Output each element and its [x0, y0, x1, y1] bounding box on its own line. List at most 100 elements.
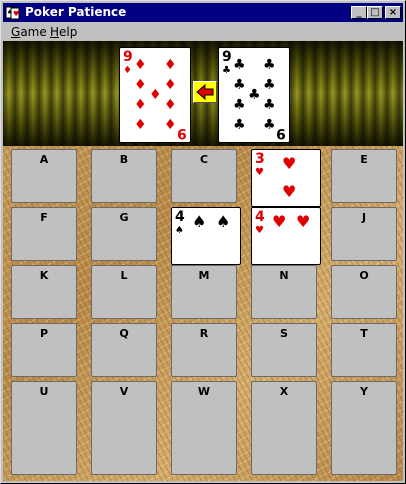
- grid-cell-label: V: [119, 385, 129, 398]
- grid-cell-label: M: [198, 269, 210, 282]
- grid-cell-t[interactable]: T: [331, 323, 397, 377]
- menu-game-accesskey: G: [11, 25, 21, 39]
- grid-cell-n[interactable]: N: [251, 265, 317, 319]
- grid-cell-label: X: [279, 385, 289, 398]
- grid-cell-label: G: [119, 211, 129, 224]
- card-pip: ♣: [263, 117, 276, 133]
- game-window: ♥ ♠ Poker Patience _ □ × Game Help 9 ♦ 9…: [0, 0, 406, 484]
- placed-card-rank: 4: [175, 209, 185, 225]
- grid-cell-label: B: [119, 153, 129, 166]
- svg-text:♠: ♠: [7, 9, 12, 16]
- placed-card-corner-suit: ♥: [255, 167, 264, 178]
- placed-card-pip: ♥: [272, 212, 287, 231]
- grid-cell-g[interactable]: G: [91, 207, 157, 261]
- grid-cell-y[interactable]: Y: [331, 381, 397, 475]
- grid-cell-s[interactable]: S: [251, 323, 317, 377]
- next-card[interactable]: 9 ♣ 9 ♣ ♣ ♣ ♣ ♣ ♣ ♣ ♣ ♣: [218, 47, 290, 143]
- card-pip: ♦: [164, 57, 177, 73]
- card-pip: ♣: [233, 117, 246, 133]
- placed-card-corner-suit: ♥: [255, 225, 264, 236]
- placed-card-rank: 3: [255, 151, 265, 167]
- card-pip: ♦: [164, 117, 177, 133]
- grid-cell-w[interactable]: W: [171, 381, 237, 475]
- grid-cell-label: Q: [119, 327, 129, 340]
- card-pip: ♦: [164, 97, 177, 113]
- card-pip: ♦: [134, 97, 147, 113]
- placed-card-pip: ♥: [282, 154, 297, 173]
- maximize-button[interactable]: □: [367, 6, 383, 19]
- grid-cell-x[interactable]: X: [251, 381, 317, 475]
- deal-arrow-button[interactable]: [193, 81, 217, 103]
- felt-table: 9 ♦ 9 ♦ ♦ ♦ ♦ ♦ ♦ ♦ ♦ ♦ 9 ♣ 9 ♣ ♣ ♣ ♣ ♣ ♣ ♣ ♣ ♣ A B C 3 ♥ ♥ ♥ E…: [3, 41, 403, 481]
- grid-cell-c[interactable]: C: [171, 149, 237, 203]
- card-pip: ♣: [263, 57, 276, 73]
- close-icon: ×: [388, 7, 398, 18]
- grid-cell-label: K: [39, 269, 49, 282]
- placed-card-h[interactable]: 4 ♠ ♠ ♠: [171, 207, 241, 265]
- svg-text:♥: ♥: [13, 10, 19, 18]
- placed-card-rank: 4: [255, 209, 265, 225]
- next-card-rank: 9: [222, 49, 232, 65]
- grid-cell-label: T: [360, 327, 368, 340]
- menu-help-accesskey: H: [50, 25, 60, 39]
- grid-cell-f[interactable]: F: [11, 207, 77, 261]
- grid-cell-label: R: [199, 327, 209, 340]
- grid-cell-p[interactable]: P: [11, 323, 77, 377]
- grid-cell-e[interactable]: E: [331, 149, 397, 203]
- menu-bar: Game Help: [3, 23, 403, 41]
- grid-cell-label: N: [279, 269, 289, 282]
- grid-cell-label: W: [197, 385, 211, 398]
- left-arrow-icon: [196, 83, 214, 101]
- next-card-corner-suit: ♣: [222, 65, 231, 76]
- grid-cell-o[interactable]: O: [331, 265, 397, 319]
- card-pip: ♦: [164, 77, 177, 93]
- next-card-rank-bottom: 9: [276, 125, 286, 141]
- placed-card-pip: ♠: [216, 212, 231, 231]
- title-bar[interactable]: ♥ ♠ Poker Patience _ □ ×: [3, 3, 403, 22]
- minimize-button[interactable]: _: [351, 6, 367, 19]
- grid-cell-a[interactable]: A: [11, 149, 77, 203]
- grid-cell-v[interactable]: V: [91, 381, 157, 475]
- grid-cell-j[interactable]: J: [331, 207, 397, 261]
- current-card-rank-bottom: 9: [177, 125, 187, 141]
- current-card-rank: 9: [123, 49, 133, 65]
- card-pip: ♦: [134, 57, 147, 73]
- menu-help-label: elp: [59, 25, 78, 39]
- grid-cell-label: U: [39, 385, 49, 398]
- grid-cell-u[interactable]: U: [11, 381, 77, 475]
- placed-card-d[interactable]: 3 ♥ ♥ ♥: [251, 149, 321, 207]
- grid-cell-q[interactable]: Q: [91, 323, 157, 377]
- current-card[interactable]: 9 ♦ 9 ♦ ♦ ♦ ♦ ♦ ♦ ♦ ♦ ♦: [119, 47, 191, 143]
- placed-card-i[interactable]: 4 ♥ ♥ ♥: [251, 207, 321, 265]
- maximize-icon: □: [370, 7, 380, 18]
- grid-cell-label: E: [360, 153, 368, 166]
- minimize-icon: _: [356, 7, 362, 18]
- grid-cell-label: P: [39, 327, 49, 340]
- current-card-corner-suit: ♦: [123, 65, 132, 76]
- placed-card-pip: ♠: [192, 212, 207, 231]
- card-pip: ♦: [149, 87, 162, 103]
- grid-cell-label: S: [280, 327, 288, 340]
- menu-game[interactable]: Game: [11, 25, 47, 39]
- card-pip: ♣: [263, 97, 276, 113]
- grid-cell-label: O: [359, 269, 369, 282]
- menu-help[interactable]: Help: [50, 25, 77, 39]
- grid-cell-label: L: [120, 269, 128, 282]
- grid-cell-label: J: [361, 211, 367, 224]
- card-pip: ♣: [263, 77, 276, 93]
- grid-cell-l[interactable]: L: [91, 265, 157, 319]
- grid-cell-label: C: [199, 153, 209, 166]
- grid-cell-k[interactable]: K: [11, 265, 77, 319]
- grid-cell-label: F: [40, 211, 48, 224]
- grid-cell-m[interactable]: M: [171, 265, 237, 319]
- close-button[interactable]: ×: [385, 6, 401, 19]
- card-pip: ♦: [134, 117, 147, 133]
- card-pip: ♣: [233, 77, 246, 93]
- window-title: Poker Patience: [25, 5, 127, 19]
- placed-card-pip: ♥: [296, 212, 311, 231]
- placed-card-pip: ♥: [282, 182, 297, 201]
- card-pip: ♣: [233, 57, 246, 73]
- grid-cell-b[interactable]: B: [91, 149, 157, 203]
- grid-cell-r[interactable]: R: [171, 323, 237, 377]
- card-pip: ♣: [233, 97, 246, 113]
